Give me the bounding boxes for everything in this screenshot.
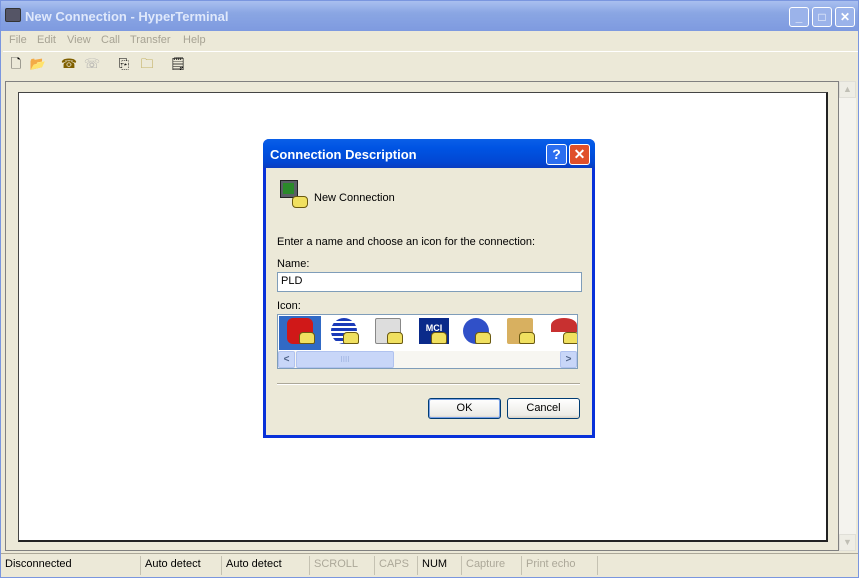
status-detect-1: Auto detect bbox=[141, 556, 222, 575]
menu-transfer[interactable]: Transfer bbox=[130, 34, 171, 46]
open-icon[interactable]: 📂 bbox=[29, 56, 47, 72]
cancel-button[interactable]: Cancel bbox=[507, 398, 580, 419]
dialog-prompt: Enter a name and choose an icon for the … bbox=[277, 236, 535, 248]
status-connection: Disconnected bbox=[1, 556, 141, 575]
status-print-echo: Print echo bbox=[522, 556, 598, 575]
status-caps: CAPS bbox=[375, 556, 418, 575]
ok-button[interactable]: OK bbox=[428, 398, 501, 419]
icon-label: Icon: bbox=[277, 300, 301, 312]
status-detect-2: Auto detect bbox=[222, 556, 310, 575]
icon-list-scrollbar[interactable]: < IIII > bbox=[278, 351, 577, 368]
scroll-up-button[interactable]: ▲ bbox=[839, 81, 856, 98]
status-capture: Capture bbox=[462, 556, 522, 575]
newspaper-icon[interactable] bbox=[367, 316, 409, 350]
name-input[interactable]: PLD bbox=[277, 272, 582, 292]
status-scroll: SCROLL bbox=[310, 556, 375, 575]
status-num: NUM bbox=[418, 556, 462, 575]
window-title: New Connection - HyperTerminal bbox=[25, 9, 228, 24]
documents-icon[interactable] bbox=[499, 316, 541, 350]
menu-edit[interactable]: Edit bbox=[37, 34, 56, 46]
hyperterminal-icon bbox=[5, 8, 21, 22]
properties-icon[interactable]: 🗒 bbox=[169, 56, 187, 72]
connection-description-dialog: Connection Description ? ✕ New Connectio… bbox=[263, 139, 595, 438]
menu-file[interactable]: File bbox=[9, 34, 27, 46]
menu-view[interactable]: View bbox=[67, 34, 91, 46]
scroll-thumb[interactable]: IIII bbox=[296, 351, 394, 368]
red-phone-icon[interactable] bbox=[279, 316, 321, 350]
minimize-button[interactable]: _ bbox=[789, 7, 809, 27]
ge-icon[interactable] bbox=[455, 316, 497, 350]
receive-icon[interactable]: 🗀 bbox=[138, 56, 156, 72]
umbrella-icon[interactable] bbox=[543, 316, 578, 350]
dialog-title: Connection Description bbox=[270, 147, 417, 162]
globe-stripes-icon[interactable] bbox=[323, 316, 365, 350]
disconnect-icon[interactable]: ☏ bbox=[83, 56, 101, 72]
menu-call[interactable]: Call bbox=[101, 34, 120, 46]
help-button[interactable]: ? bbox=[546, 144, 567, 165]
toolbar: 🗋 📂 ☎ ☏ ⎘ 🗀 🗒 bbox=[3, 51, 858, 77]
vertical-scrollbar[interactable]: ▲ ▼ bbox=[839, 81, 856, 551]
dialog-separator bbox=[277, 383, 580, 385]
dialog-title-bar[interactable]: Connection Description ? ✕ bbox=[263, 139, 595, 168]
dialog-heading: New Connection bbox=[314, 192, 395, 204]
scroll-left-button[interactable]: < bbox=[278, 351, 295, 368]
send-icon[interactable]: ⎘ bbox=[115, 56, 133, 72]
menu-help[interactable]: Help bbox=[183, 34, 206, 46]
scroll-right-button[interactable]: > bbox=[560, 351, 577, 368]
status-bar: Disconnected Auto detect Auto detect SCR… bbox=[1, 553, 858, 577]
title-bar[interactable]: New Connection - HyperTerminal _ □ ✕ bbox=[1, 1, 858, 31]
name-label: Name: bbox=[277, 258, 309, 270]
scroll-down-button[interactable]: ▼ bbox=[839, 534, 856, 551]
call-icon[interactable]: ☎ bbox=[60, 56, 78, 72]
close-button[interactable]: ✕ bbox=[835, 7, 855, 27]
maximize-button[interactable]: □ bbox=[812, 7, 832, 27]
mci-icon[interactable]: MCI bbox=[411, 316, 453, 350]
icon-list[interactable]: MCI < IIII > bbox=[277, 314, 578, 369]
connection-icon bbox=[278, 180, 308, 210]
menu-bar: File Edit View Call Transfer Help bbox=[3, 31, 858, 49]
new-icon[interactable]: 🗋 bbox=[7, 56, 25, 72]
dialog-close-button[interactable]: ✕ bbox=[569, 144, 590, 165]
